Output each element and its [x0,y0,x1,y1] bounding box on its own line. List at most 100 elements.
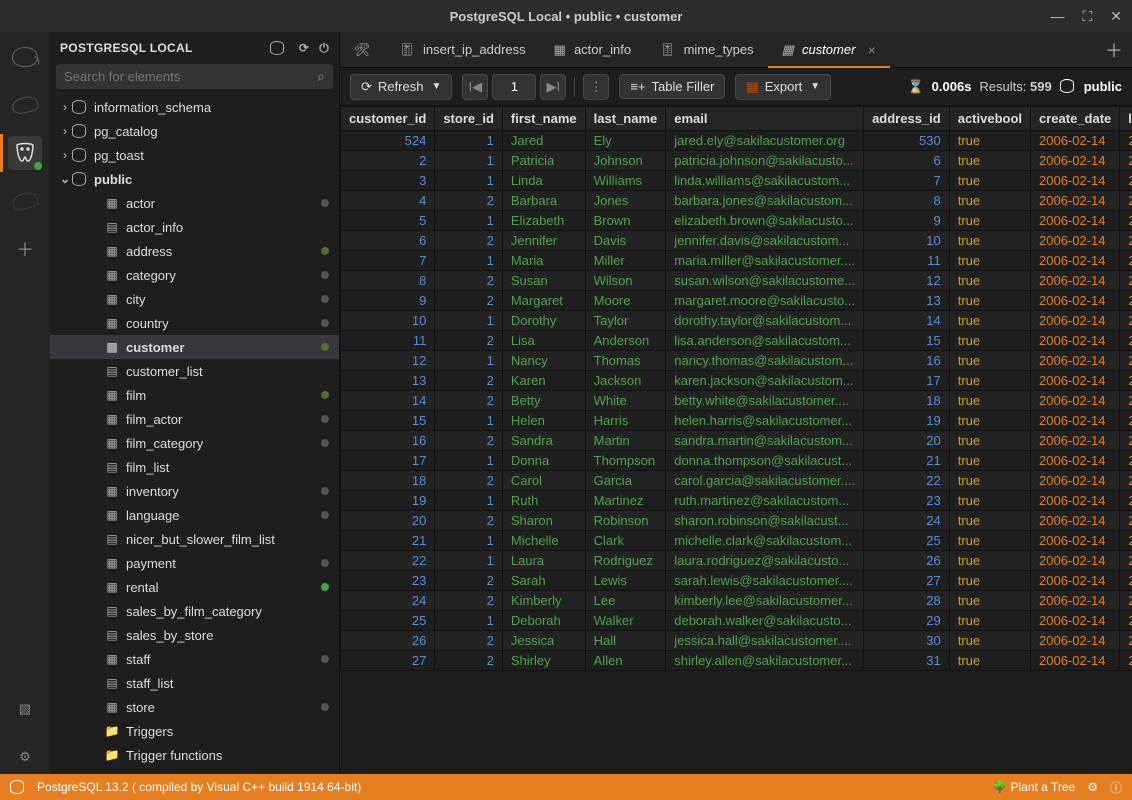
cell[interactable]: Taylor [585,311,666,331]
table-row[interactable]: 5241JaredElyjared.ely@sakilacustomer.org… [341,131,1132,151]
cell[interactable]: 2006-02-14 [1031,211,1120,231]
tree-node-staff_list[interactable]: staff_list [50,671,339,695]
cell[interactable]: Ely [585,131,666,151]
cell[interactable]: 2006-02-14 [1031,511,1120,531]
cell[interactable]: 2006-02-14 [1031,531,1120,551]
cell[interactable]: Helen [502,411,585,431]
cell[interactable]: sarah.lewis@sakilacustomer.... [666,571,864,591]
cell[interactable]: 2013 [1120,351,1132,371]
cell[interactable]: 1 [435,491,503,511]
col-activebool[interactable]: activebool [949,107,1030,131]
cell[interactable]: 2006-02-14 [1031,311,1120,331]
cell[interactable]: Garcia [585,471,666,491]
cell[interactable]: 2013 [1120,431,1132,451]
cell[interactable]: 2013 [1120,651,1132,671]
cell[interactable]: 524 [341,131,435,151]
cell[interactable]: 18 [341,471,435,491]
cell[interactable]: 25 [341,611,435,631]
cell[interactable]: true [949,171,1030,191]
cell[interactable]: Elizabeth [502,211,585,231]
tree-node-category[interactable]: category [50,263,339,287]
tree-node-film_actor[interactable]: film_actor [50,407,339,431]
cell[interactable]: Davis [585,231,666,251]
cell[interactable]: 1 [435,311,503,331]
cell[interactable]: 2013 [1120,371,1132,391]
cell[interactable]: 11 [864,251,950,271]
cell[interactable]: true [949,571,1030,591]
table-row[interactable]: 51ElizabethBrownelizabeth.brown@sakilacu… [341,211,1132,231]
cell[interactable]: 2013 [1120,311,1132,331]
refresh-tree-icon[interactable]: ⟳ [299,41,309,56]
tree-node-nicer_but_slower_film_list[interactable]: nicer_but_slower_film_list [50,527,339,551]
col-store_id[interactable]: store_id [435,107,503,131]
col-first_name[interactable]: first_name [502,107,585,131]
col-create_date[interactable]: create_date [1031,107,1120,131]
cell[interactable]: Jackson [585,371,666,391]
cell[interactable]: true [949,151,1030,171]
cell[interactable]: 2006-02-14 [1031,591,1120,611]
cell[interactable]: 1 [435,151,503,171]
tree-node-city[interactable]: city [50,287,339,311]
cell[interactable]: true [949,471,1030,491]
add-conn-icon[interactable]: ＋ [8,232,42,266]
cell[interactable]: 11 [341,331,435,351]
cell[interactable]: 2006-02-14 [1031,411,1120,431]
tree-node-staff[interactable]: staff [50,647,339,671]
cell[interactable]: 2013 [1120,251,1132,271]
cell[interactable]: Lisa [502,331,585,351]
cell[interactable]: 28 [864,591,950,611]
cell[interactable]: elizabeth.brown@sakilacusto... [666,211,864,231]
cell[interactable]: Jessica [502,631,585,651]
cell[interactable]: 8 [864,191,950,211]
last-page-button[interactable]: ▶I [540,74,566,100]
cell[interactable]: 17 [341,451,435,471]
cell[interactable]: 1 [435,211,503,231]
table-row[interactable]: 142BettyWhitebetty.white@sakilacustomer.… [341,391,1132,411]
cell[interactable]: 21 [341,531,435,551]
cell[interactable]: 15 [864,331,950,351]
cell[interactable]: 2006-02-14 [1031,431,1120,451]
cell[interactable]: 2013 [1120,531,1132,551]
cell[interactable]: Robinson [585,511,666,531]
cell[interactable]: 2 [435,391,503,411]
conn-dolphin-icon[interactable] [8,88,42,122]
cell[interactable]: true [949,131,1030,151]
cell[interactable]: Donna [502,451,585,471]
cell[interactable]: Carol [502,471,585,491]
cell[interactable]: 2 [435,591,503,611]
cell[interactable]: nancy.thomas@sakilacustom... [666,351,864,371]
first-page-button[interactable]: I◀ [462,74,488,100]
cell[interactable]: lisa.anderson@sakilacustom... [666,331,864,351]
cell[interactable]: 24 [341,591,435,611]
cell[interactable]: Moore [585,291,666,311]
cell[interactable]: 22 [864,471,950,491]
cell[interactable]: 2 [435,511,503,531]
tree-node-public[interactable]: ⌄public [50,167,339,191]
cell[interactable]: 2006-02-14 [1031,191,1120,211]
tab-settings[interactable]: 🛠 [340,32,385,67]
cell[interactable]: Lee [585,591,666,611]
table-row[interactable]: 211MichelleClarkmichelle.clark@sakilacus… [341,531,1132,551]
cell[interactable]: Laura [502,551,585,571]
search-input[interactable] [56,64,333,89]
cell[interactable]: 2006-02-14 [1031,571,1120,591]
cell[interactable]: true [949,191,1030,211]
tab-mime_types[interactable]: 🎚mime_types [645,32,768,67]
cell[interactable]: jennifer.davis@sakilacustom... [666,231,864,251]
cell[interactable]: Dorothy [502,311,585,331]
cell[interactable]: 2013 [1120,211,1132,231]
cell[interactable]: 1 [435,131,503,151]
cell[interactable]: 2006-02-14 [1031,391,1120,411]
cell[interactable]: 2 [435,331,503,351]
tab-customer[interactable]: ▦customer× [768,32,890,67]
tab-actor_info[interactable]: ▦actor_info [540,32,645,67]
tab-insert_ip_address[interactable]: 🎚insert_ip_address [385,32,540,67]
table-row[interactable]: 182CarolGarciacarol.garcia@sakilacustome… [341,471,1132,491]
cell[interactable]: karen.jackson@sakilacustom... [666,371,864,391]
cell[interactable]: Jennifer [502,231,585,251]
cell[interactable]: deborah.walker@sakilacusto... [666,611,864,631]
cell[interactable]: 1 [435,351,503,371]
cell[interactable]: Lewis [585,571,666,591]
cell[interactable]: sandra.martin@sakilacustom... [666,431,864,451]
cell[interactable]: Betty [502,391,585,411]
